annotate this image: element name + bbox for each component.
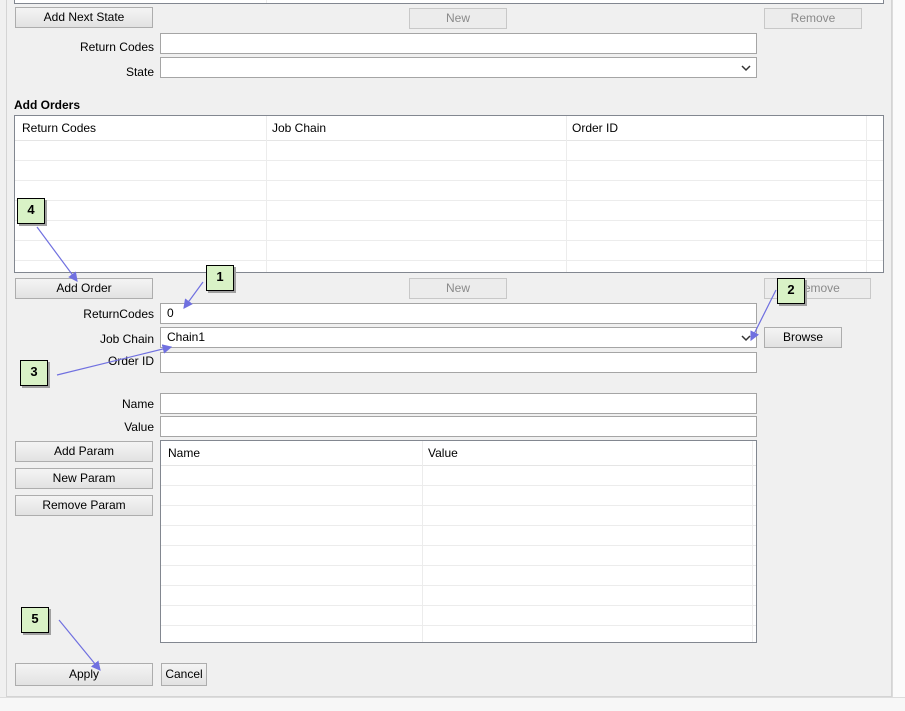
arrow-4 [36,226,78,282]
callout-5: 5 [21,607,49,633]
callout-3: 3 [20,360,48,386]
callout-1: 1 [206,265,234,291]
callout-4: 4 [17,198,45,224]
annotation-arrows [36,226,777,671]
arrow-3 [56,344,173,376]
arrow-5 [58,619,101,671]
arrow-2 [750,289,777,342]
arrow-1 [183,281,204,309]
callout-2: 2 [777,278,805,304]
